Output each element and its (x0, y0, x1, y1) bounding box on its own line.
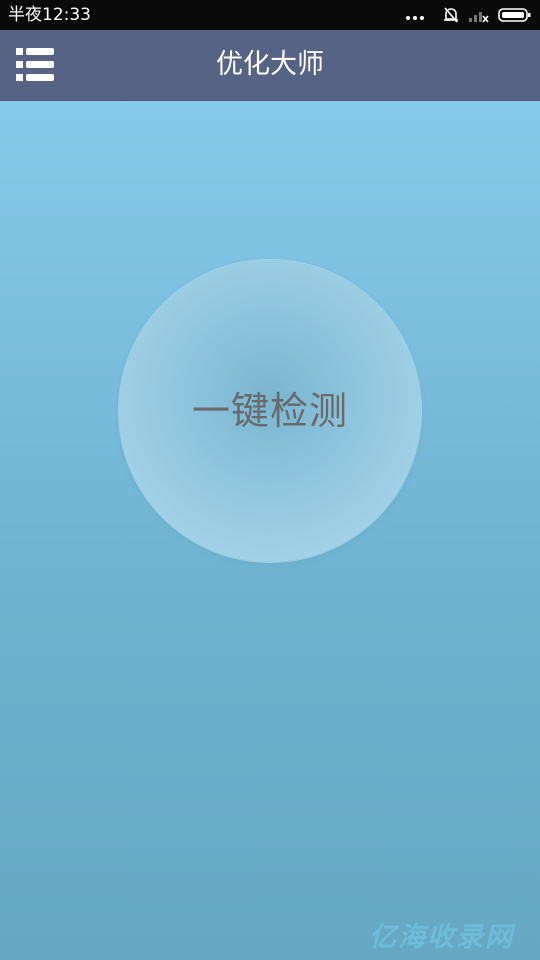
watermark: 亿海收录网 (369, 922, 514, 953)
status-bar: 半夜12:33 (0, 0, 540, 30)
status-icons (406, 5, 532, 25)
detect-button-label: 一键检测 (191, 389, 348, 433)
status-time: 半夜12:33 (8, 5, 91, 25)
title-bar: 优化大师 (0, 30, 540, 101)
screen: 半夜12:33 优化大师 一键检测 亿海收录网 (0, 0, 540, 960)
page-title: 优化大师 (216, 49, 324, 80)
alarm-off-icon (444, 7, 458, 23)
one-click-detect-button[interactable]: 一键检测 (119, 260, 421, 562)
signal-icon (469, 12, 489, 23)
battery-icon (498, 8, 531, 22)
more-dots-icon (406, 10, 424, 20)
